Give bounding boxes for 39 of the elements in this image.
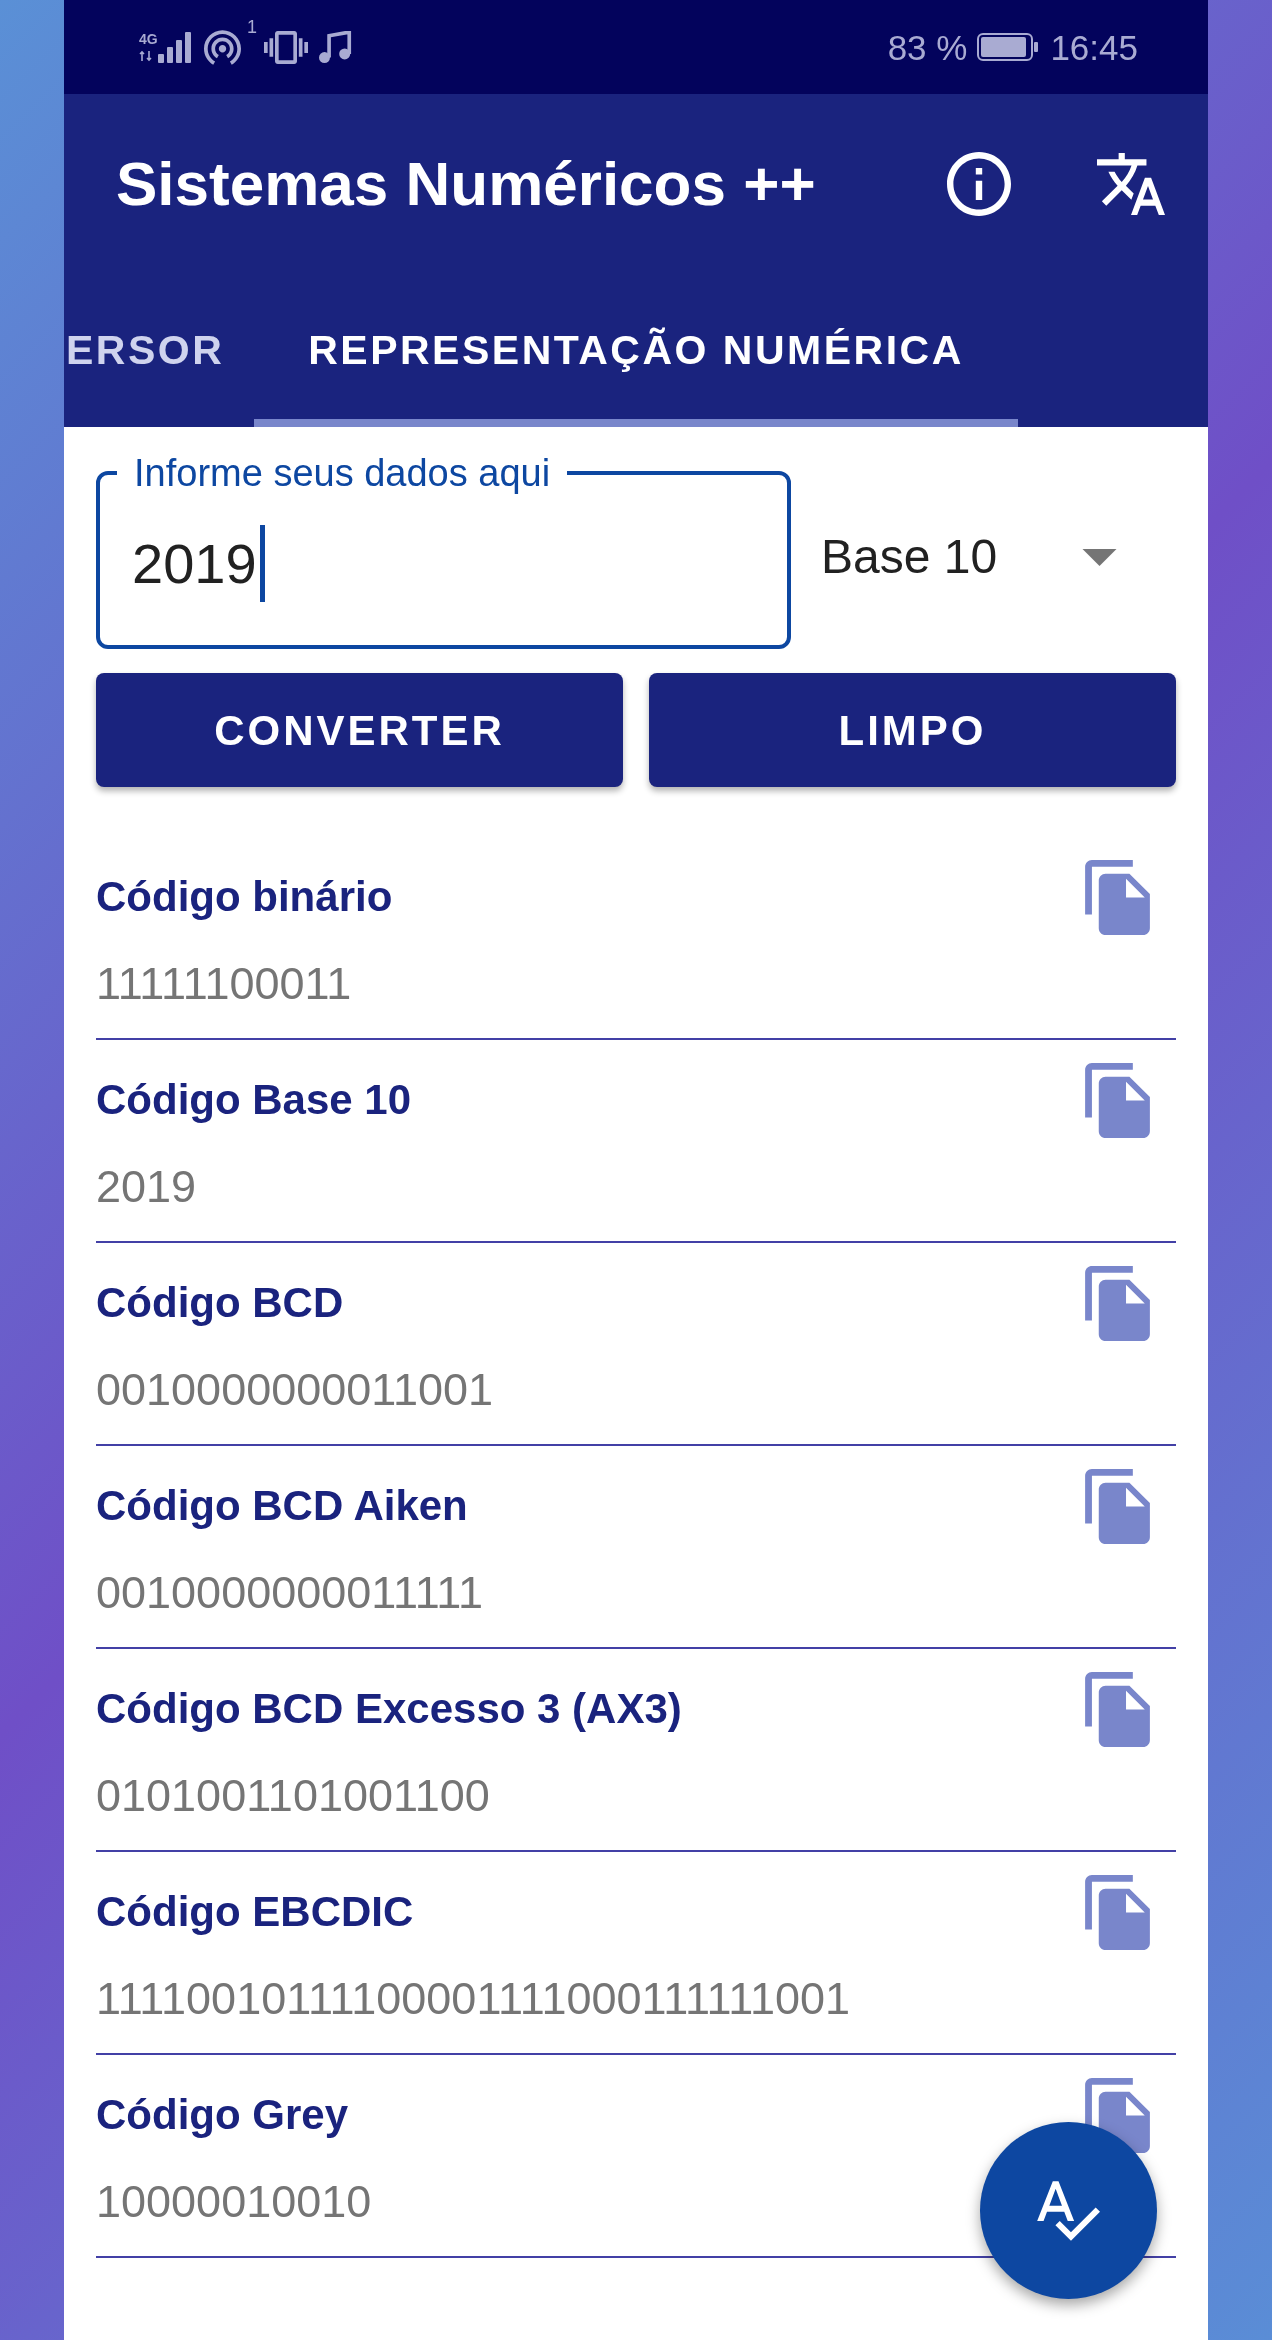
result-value: 0010000000011111 <box>96 1566 484 1620</box>
result-title: Código BCD Aiken <box>96 1481 468 1531</box>
signal-icon <box>158 31 192 63</box>
result-title: Código Grey <box>96 2090 349 2140</box>
result-title: Código EBCDIC <box>96 1887 414 1937</box>
result-value: 10000010010 <box>96 2175 372 2229</box>
translate-icon[interactable] <box>1097 153 1165 215</box>
input-value: 2019 <box>132 531 257 597</box>
result-value: 0101001101001100 <box>96 1769 490 1823</box>
vibrate-icon <box>264 30 308 64</box>
result-value: 11111100011 <box>96 957 352 1011</box>
result-value: 11110010111100001111000111111001 <box>96 1972 851 2026</box>
field-label: Informe seus dados aqui <box>133 454 552 492</box>
network-type: 4G <box>139 32 158 47</box>
result-title: Código BCD <box>96 1278 344 1328</box>
hotspot-count: 1 <box>247 18 257 36</box>
copy-icon[interactable] <box>1085 2077 1150 2153</box>
music-note-icon <box>319 30 352 64</box>
info-icon[interactable] <box>947 152 1011 216</box>
action-button[interactable]: CONVERTER <box>96 673 623 787</box>
tab[interactable]: ERSOR <box>64 274 254 427</box>
text-cursor-icon <box>259 525 265 602</box>
result-title: Código binário <box>96 872 393 922</box>
battery-percent: 83 % <box>887 29 968 65</box>
result-title: Código Base 10 <box>96 1075 412 1125</box>
action-button[interactable]: LIMPO <box>649 673 1176 787</box>
clock-time: 16:45 <box>1050 29 1138 65</box>
caret-icon <box>1082 548 1117 566</box>
spellcheck-icon <box>1037 2180 1100 2241</box>
result-title: Código BCD Excesso 3 (AX3) <box>96 1684 682 1734</box>
data-arrows-icon <box>139 50 152 62</box>
hotspot-icon <box>204 29 241 65</box>
spellcheck-fab[interactable] <box>980 2122 1157 2299</box>
result-value: 2019 <box>96 1160 197 1214</box>
battery-icon <box>977 33 1039 61</box>
result-value: 0010000000011001 <box>96 1363 494 1417</box>
app-title: Sistemas Numéricos ++ <box>116 153 816 215</box>
tab[interactable]: REPRESENTAÇÃO NUMÉRICA <box>254 274 1018 427</box>
base-dropdown[interactable]: Base 10 <box>821 517 1176 597</box>
